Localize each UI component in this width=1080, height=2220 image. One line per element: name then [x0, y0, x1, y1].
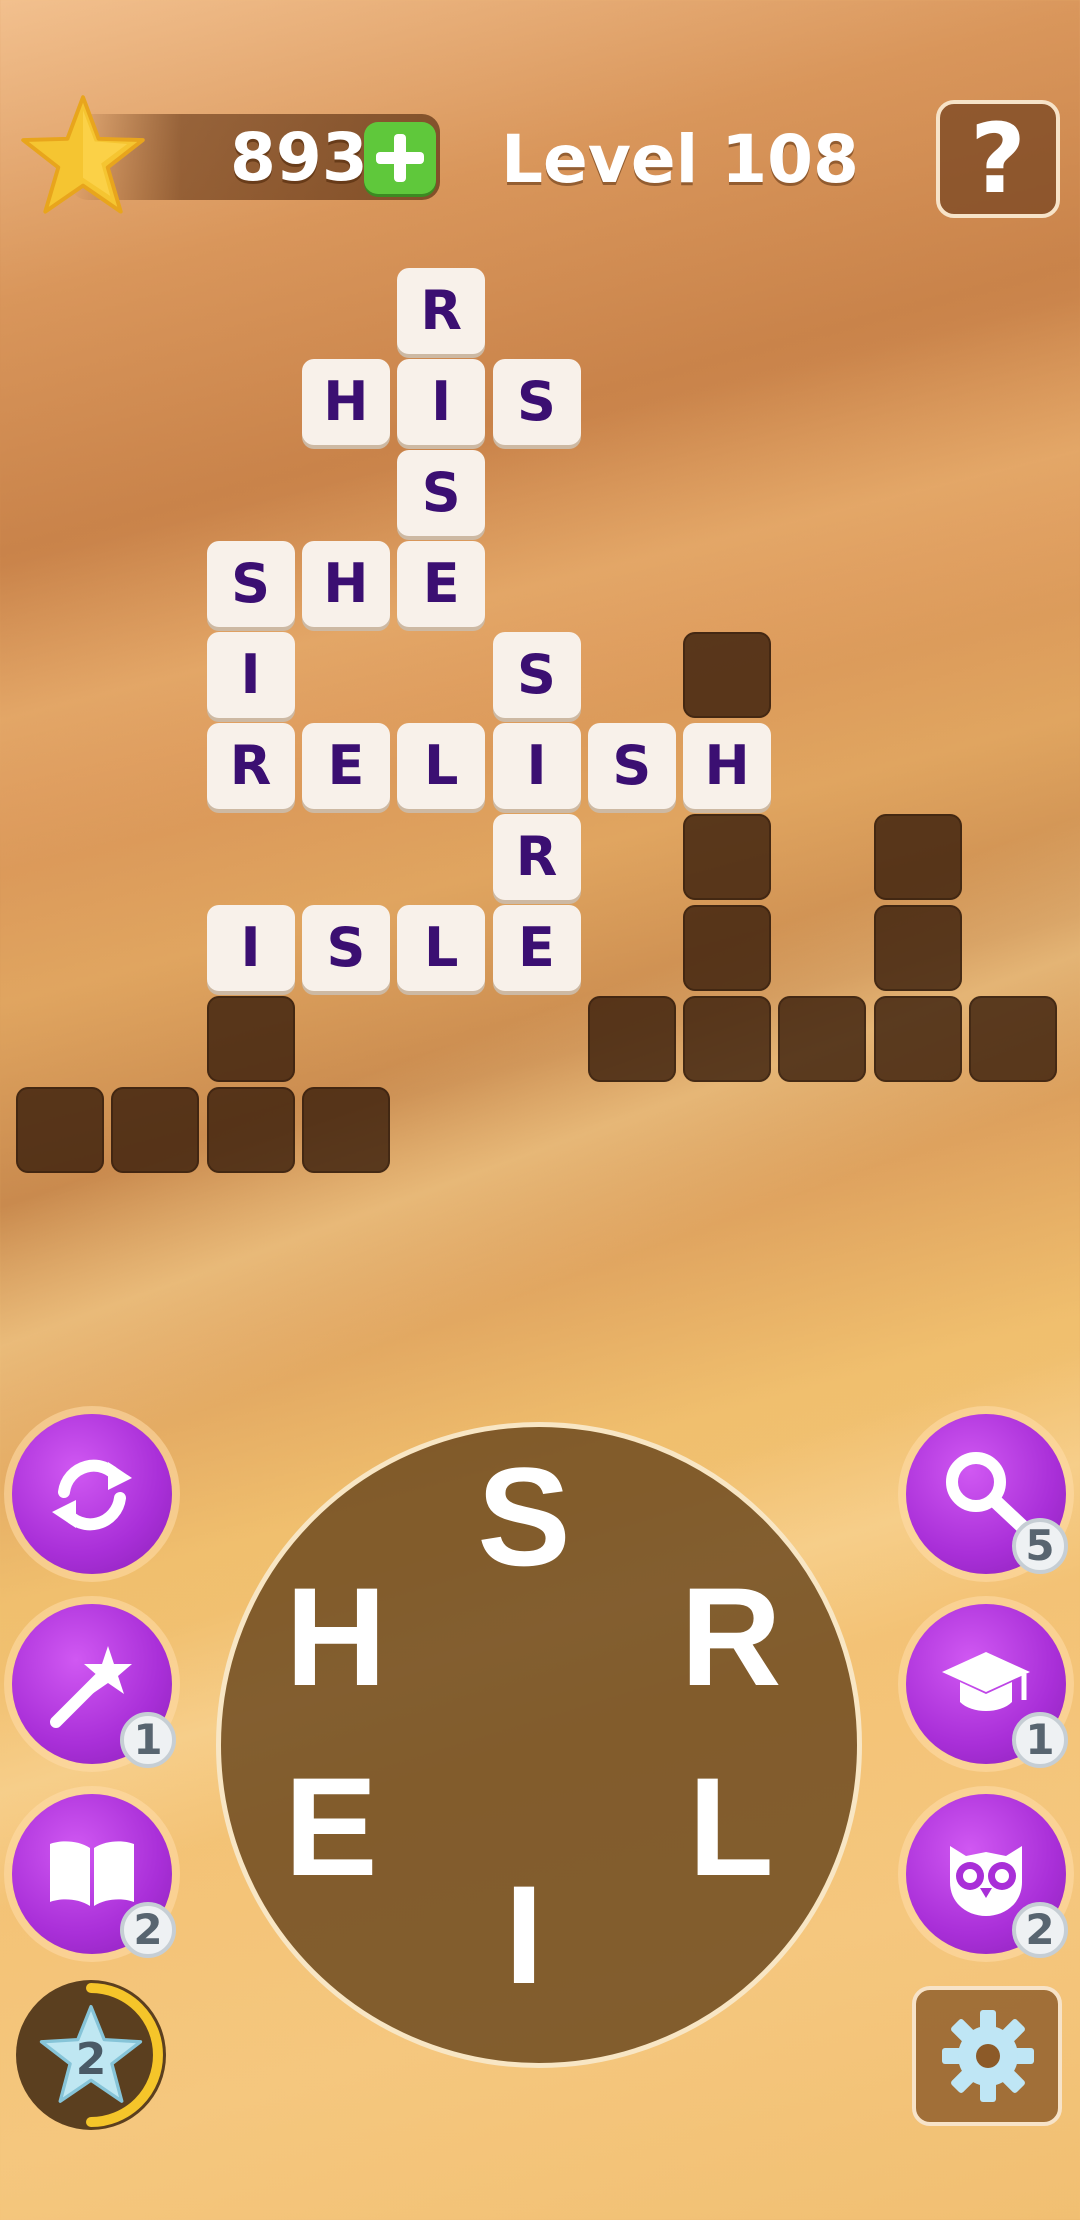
letter-tile: S [206, 541, 295, 627]
tile-letter: E [422, 552, 460, 615]
empty-cell [683, 905, 772, 991]
tile-letter: L [423, 916, 459, 979]
letter-tile: H [683, 723, 772, 809]
letter-tile: R [206, 723, 295, 809]
book-count-badge: 2 [120, 1902, 176, 1958]
graduation-count-badge: 1 [1012, 1712, 1068, 1768]
tile-letter: S [421, 461, 461, 524]
wheel-letter[interactable]: H [266, 1567, 406, 1707]
tile-letter: E [518, 916, 555, 979]
settings-button[interactable] [912, 1986, 1062, 2126]
wheel-letter[interactable]: S [454, 1447, 594, 1587]
help-button[interactable]: ? [936, 100, 1060, 218]
letter-tile: H [301, 541, 390, 627]
tile-letter: S [612, 734, 652, 797]
letter-tile: E [492, 905, 581, 991]
letter-tile: H [301, 359, 390, 445]
letter-tile: L [397, 723, 486, 809]
tile-letter: H [323, 552, 369, 615]
letter-tile: I [397, 359, 486, 445]
letter-tile: S [492, 632, 581, 718]
tile-letter: I [431, 370, 452, 433]
empty-cell [873, 905, 962, 991]
tile-letter: R [420, 279, 462, 342]
letter-tile: E [397, 541, 486, 627]
empty-cell [873, 996, 962, 1082]
tile-letter: I [240, 643, 261, 706]
tile-letter: I [240, 916, 261, 979]
magic-wand-count-badge: 1 [120, 1712, 176, 1768]
wheel-letter[interactable]: R [661, 1567, 801, 1707]
tile-letter: R [515, 825, 558, 888]
empty-cell [778, 996, 867, 1082]
shuffle-button[interactable] [12, 1414, 172, 1574]
tile-letter: E [327, 734, 365, 797]
tile-letter: R [229, 734, 272, 797]
help-label: ? [970, 103, 1026, 215]
letter-tile: I [206, 632, 295, 718]
empty-cell [683, 996, 772, 1082]
letter-tile: R [397, 268, 486, 354]
letter-tile: I [206, 905, 295, 991]
search-count-badge: 5 [1012, 1518, 1068, 1574]
empty-cell [969, 996, 1057, 1082]
letter-tile: S [492, 359, 581, 445]
magic-wand-icon [50, 1646, 132, 1728]
level-title: Level 108 [501, 121, 859, 198]
empty-cell [873, 814, 962, 900]
shuffle-icon [52, 1459, 132, 1531]
empty-cell [111, 1087, 200, 1173]
empty-cell [587, 996, 676, 1082]
star-icon [21, 95, 145, 214]
bonus-star-count: 2 [75, 2034, 107, 2085]
empty-cell [301, 1087, 390, 1173]
book-icon [50, 1841, 134, 1906]
wheel-letter[interactable]: E [261, 1757, 401, 1897]
letter-wheel[interactable]: S R L I E H [216, 1422, 862, 2068]
tile-letter: H [323, 370, 369, 433]
tile-letter: S [517, 643, 556, 706]
tile-letter: L [423, 734, 459, 797]
empty-cell [683, 814, 772, 900]
letter-tile: I [492, 723, 581, 809]
gear-icon [942, 2010, 1034, 2102]
letter-tile: E [301, 723, 390, 809]
letter-tile: R [492, 814, 581, 900]
tile-letter: H [704, 734, 750, 797]
letter-tile: L [397, 905, 486, 991]
tile-letter: S [326, 916, 366, 979]
letter-tile: S [587, 723, 676, 809]
add-coins-button[interactable] [364, 122, 436, 194]
tile-letter: S [517, 370, 556, 433]
empty-cell [683, 632, 772, 718]
wheel-letter[interactable]: L [661, 1757, 801, 1897]
letter-tile: S [397, 450, 486, 536]
letter-tile: S [301, 905, 390, 991]
tile-letter: S [231, 552, 271, 615]
tile-letter: I [526, 734, 547, 797]
empty-cell [206, 1087, 295, 1173]
owl-count-badge: 2 [1012, 1902, 1068, 1958]
coin-count: 893 [230, 119, 368, 196]
wheel-letter[interactable]: I [454, 1865, 594, 2005]
empty-cell [16, 1087, 104, 1173]
empty-cell [206, 996, 295, 1082]
